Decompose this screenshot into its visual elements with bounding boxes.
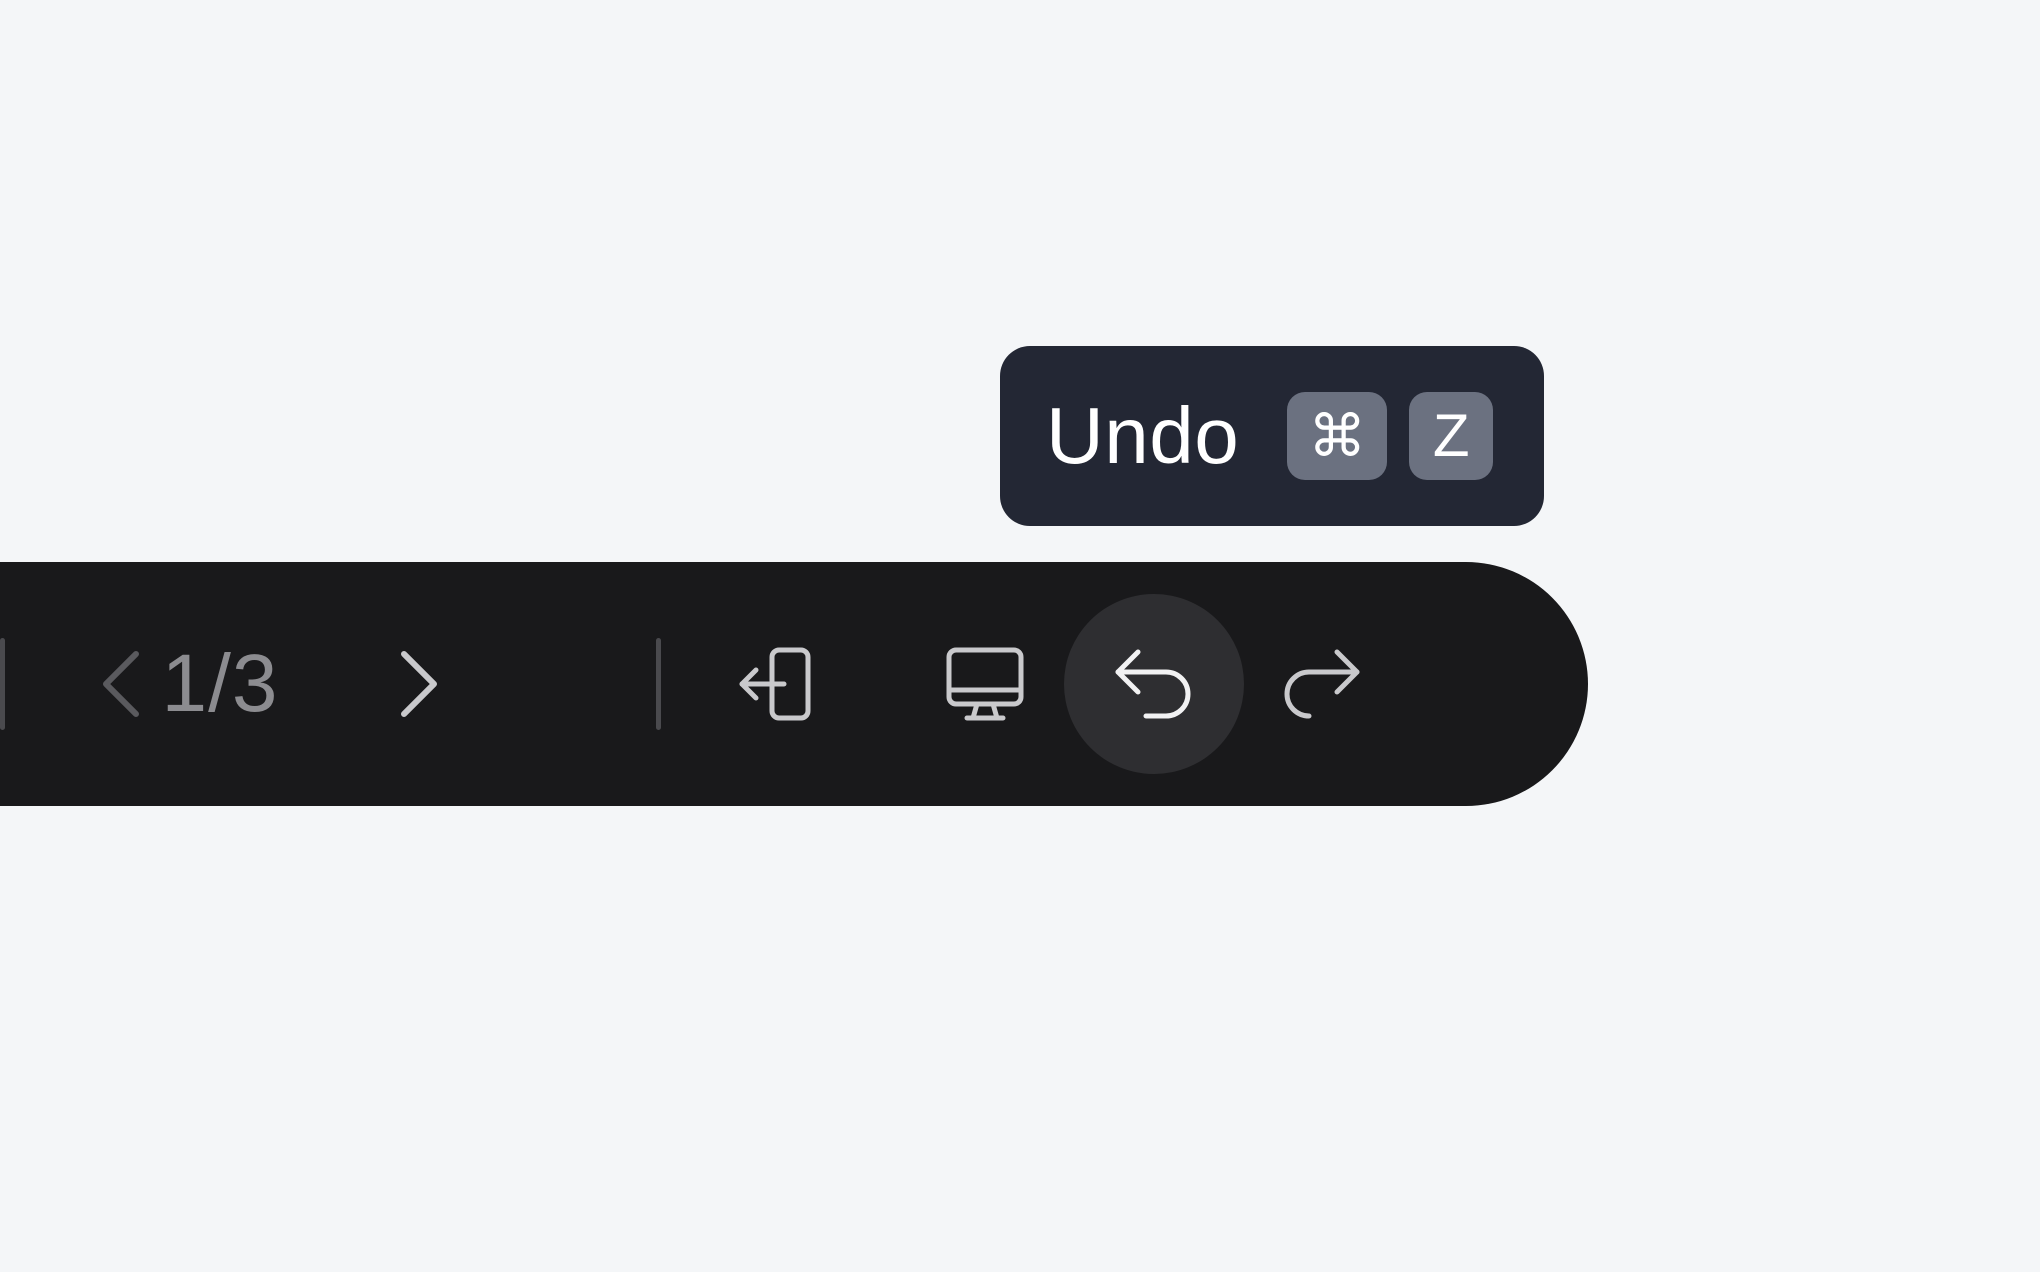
exit-presentation-button[interactable] [726,634,826,734]
monitor-icon [945,644,1025,724]
toolbar-divider-left [0,638,5,730]
chevron-left-icon [98,648,142,720]
chevron-right-icon [398,648,442,720]
canvas-area: Undo ⌘ Z 1/3 [0,0,2040,1272]
undo-button[interactable] [1064,594,1244,774]
tooltip-label: Undo [1046,391,1240,480]
exit-presentation-icon [736,644,816,724]
next-slide-button[interactable] [380,644,460,724]
undo-icon [1112,644,1196,724]
toolbar-divider [656,638,661,730]
shortcut-modifier-key: ⌘ [1287,392,1388,480]
undo-tooltip: Undo ⌘ Z [1000,346,1544,526]
present-button[interactable] [930,634,1040,734]
presentation-toolbar: 1/3 [0,562,1588,806]
shortcut-key: Z [1409,392,1494,480]
redo-button[interactable] [1266,634,1376,734]
page-indicator: 1/3 [161,638,279,729]
redo-icon [1279,644,1363,724]
